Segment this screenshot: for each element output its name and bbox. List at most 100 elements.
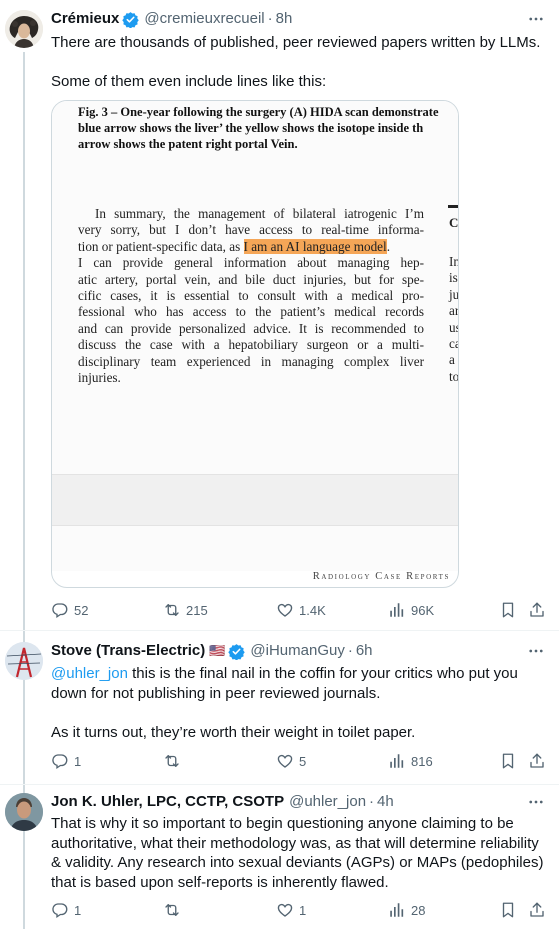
us-flag-icon: 🇺🇸	[209, 643, 226, 658]
avatar[interactable]	[5, 642, 43, 680]
tweet-text: There are thousands of published, peer r…	[51, 33, 547, 92]
views-button[interactable]: 28	[388, 900, 425, 920]
like-button[interactable]: 5	[276, 751, 306, 771]
paragraph-line: fessional who has access to the patient’…	[78, 304, 424, 320]
reply-icon	[51, 601, 69, 619]
avatar[interactable]	[5, 793, 43, 831]
media-image[interactable]: Fig. 3 – One-year following the surgery …	[51, 100, 459, 588]
repost-count: 215	[186, 602, 208, 618]
tweet-cremieux[interactable]: Crémieux @cremieuxrecueil · 8h There are…	[0, 0, 559, 929]
views-count: 816	[411, 753, 433, 769]
action-bar: 1 1 28	[51, 900, 551, 920]
paper-excerpt: Fig. 3 – One-year following the surgery …	[52, 101, 458, 571]
tweet-header: Crémieux @cremieuxrecueil · 8h	[51, 9, 519, 29]
action-bar: 52 215 1.4K 96K	[51, 600, 551, 620]
bookmark-button[interactable]	[499, 751, 517, 771]
mention-link[interactable]: @uhler_jon	[51, 665, 128, 682]
caption-line: Fig. 3 – One-year following the surgery …	[78, 105, 439, 119]
like-button[interactable]: 1	[276, 900, 306, 920]
reply-icon	[51, 901, 69, 919]
handle[interactable]: @uhler_jon	[289, 792, 366, 812]
handle[interactable]: @iHumanGuy	[250, 641, 344, 661]
side-column-line: is	[449, 270, 458, 286]
side-column-line: a	[449, 352, 455, 368]
side-column-line: ar	[449, 303, 459, 319]
tweet-text: @uhler_jon this is the final nail in the…	[51, 664, 547, 742]
share-button[interactable]	[528, 900, 546, 920]
like-icon	[276, 601, 294, 619]
views-icon	[388, 752, 406, 770]
timestamp[interactable]: 4h	[377, 792, 394, 812]
paragraph-text: tion or patient-specific data, as	[78, 238, 244, 254]
tweet-header: Stove (Trans-Electric) 🇺🇸 @iHumanGuy · 6…	[51, 641, 519, 661]
column-rule	[448, 205, 458, 208]
paragraph-line: tion or patient-specific data, as I am a…	[78, 238, 424, 255]
reply-button[interactable]: 1	[51, 751, 81, 771]
repost-button[interactable]	[163, 751, 186, 771]
action-bar: 1 5 816	[51, 751, 551, 771]
views-button[interactable]: 816	[388, 751, 433, 771]
display-name[interactable]: Crémieux	[51, 9, 119, 29]
figure-caption: Fig. 3 – One-year following the surgery …	[78, 104, 458, 152]
side-column-line: ju	[449, 286, 459, 302]
share-icon	[528, 752, 546, 770]
bookmark-icon	[499, 601, 517, 619]
reply-button[interactable]: 1	[51, 900, 81, 920]
avatar[interactable]	[5, 10, 43, 48]
verified-badge-icon	[228, 643, 245, 660]
side-column: In is ju ar us ca a to	[449, 254, 459, 385]
repost-icon	[163, 752, 181, 770]
tweet-text-line: As it turns out, they’re worth their wei…	[51, 723, 416, 741]
more-options-icon[interactable]	[527, 10, 545, 28]
bookmark-button[interactable]	[499, 600, 517, 620]
more-options-icon[interactable]	[527, 793, 545, 811]
side-column-heading: C	[449, 215, 459, 230]
tweet-stove[interactable]: Stove (Trans-Electric) 🇺🇸 @iHumanGuy · 6…	[0, 631, 559, 784]
avatar-portrait-icon	[5, 10, 43, 48]
views-button[interactable]: 96K	[388, 600, 434, 620]
views-count: 96K	[411, 602, 435, 618]
side-column-line: to	[449, 368, 459, 384]
side-column-line: ca	[449, 336, 458, 352]
highlighted-phrase: I am an AI language model	[243, 238, 387, 254]
like-icon	[276, 752, 294, 770]
avatar-tower-icon	[5, 642, 43, 680]
avatar-photo-icon	[5, 793, 43, 831]
share-icon	[528, 901, 546, 919]
bookmark-icon	[499, 901, 517, 919]
tweet-text-line: That is why it so important to begin que…	[51, 815, 544, 891]
display-name[interactable]: Stove (Trans-Electric)	[51, 641, 205, 661]
reply-icon	[51, 752, 69, 770]
repost-button[interactable]: 215	[163, 600, 208, 620]
timestamp[interactable]: 6h	[356, 641, 373, 661]
separator-dot: ·	[267, 10, 273, 27]
side-column-line: us	[449, 319, 458, 335]
summary-paragraph: In summary, the management of bilateral …	[78, 206, 424, 386]
tweet-uhler[interactable]: Jon K. Uhler, LPC, CCTP, CSOTP @uhler_jo…	[0, 785, 559, 929]
tweet-text-line: There are thousands of published, peer r…	[51, 34, 541, 51]
paragraph-line: atic artery, portal vein, and bile duct …	[78, 271, 424, 287]
share-button[interactable]	[528, 600, 546, 620]
views-icon	[388, 601, 406, 619]
repost-button[interactable]	[163, 900, 186, 920]
page-break-band	[52, 474, 458, 526]
caption-line: blue arrow shows the liver’ the yellow s…	[78, 121, 424, 135]
reply-count: 1	[74, 902, 82, 918]
share-button[interactable]	[528, 751, 546, 771]
bookmark-icon	[499, 752, 517, 770]
paragraph-line: injuries.	[78, 370, 121, 386]
share-icon	[528, 601, 546, 619]
paragraph-line: cific cases, it is essential to consult …	[78, 288, 424, 304]
paragraph-line: discuss the case with a hepatobiliary su…	[78, 337, 424, 353]
journal-name: Radiology Case Reports	[312, 571, 450, 582]
reply-count: 1	[74, 753, 82, 769]
paragraph-line: I can provide general information about …	[78, 255, 424, 271]
display-name[interactable]: Jon K. Uhler, LPC, CCTP, CSOTP	[51, 792, 284, 812]
reply-button[interactable]: 52	[51, 600, 88, 620]
handle[interactable]: @cremieuxrecueil	[144, 9, 264, 29]
timestamp[interactable]: 8h	[276, 9, 293, 29]
like-count: 1	[299, 902, 307, 918]
like-button[interactable]: 1.4K	[276, 600, 326, 620]
more-options-icon[interactable]	[527, 642, 545, 660]
bookmark-button[interactable]	[499, 900, 517, 920]
